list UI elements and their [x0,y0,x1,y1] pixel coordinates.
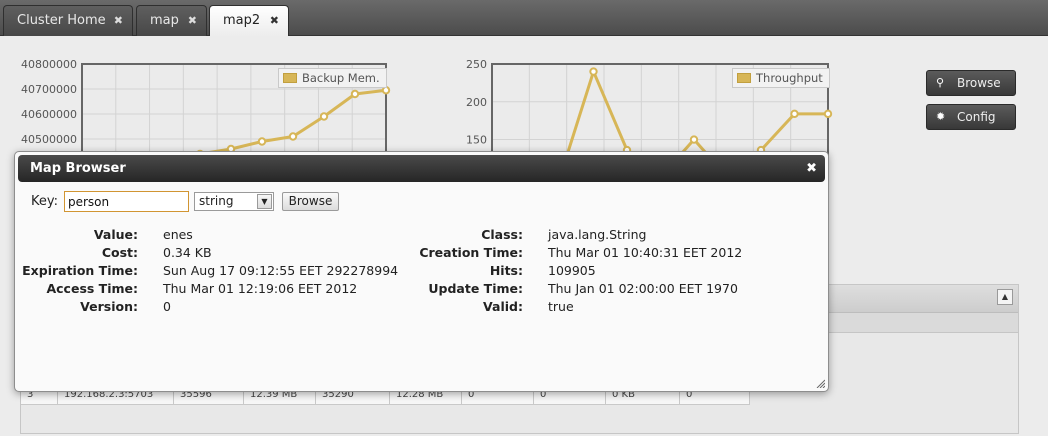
key-type-select[interactable]: string ▼ [194,192,274,211]
field-label: Class: [481,227,523,242]
data-point [350,89,360,99]
key-label: Key: [31,194,59,209]
tab-map[interactable]: map ✖ [136,5,207,36]
tab-map2[interactable]: map2 ✖ [209,5,289,37]
throughput-chart: 250 200 150 Throughput [440,36,840,218]
field-label: Value: [93,227,138,242]
data-point [689,135,699,144]
field-value: 109905 [548,263,596,278]
tab-cluster-home[interactable]: Cluster Home ✖ [3,5,133,36]
y-tick-label: 40800000 [21,58,77,71]
data-point [589,67,598,76]
tab-label: Cluster Home [17,13,106,28]
field-value: true [548,299,574,314]
config-button[interactable]: ✹ Config [926,104,1016,130]
field-label: Update Time: [428,281,523,296]
field-value: Thu Jan 01 02:00:00 EET 1970 [548,281,738,296]
data-point [790,109,799,119]
legend-swatch [737,73,751,83]
chart-legend: Backup Mem. [278,68,387,88]
dialog-title: Map Browser [30,161,126,176]
search-icon: ⚲ [936,76,945,89]
y-tick-label: 150 [466,134,487,147]
browse-button[interactable]: ⚲ Browse [926,70,1016,96]
data-point [823,109,833,119]
backup-memory-chart: 40800000 40700000 40600000 40500000 Backup … [0,36,400,204]
close-icon[interactable]: ✖ [806,155,817,182]
close-icon[interactable]: ✖ [188,6,197,36]
collapse-icon[interactable]: ▲ [997,289,1013,305]
chart-legend: Throughput [732,68,830,88]
field-value: enes [163,227,193,242]
y-tick-label: 40600000 [21,108,77,121]
field-label: Version: [80,299,138,314]
y-tick-label: 40500000 [21,133,77,146]
data-point [257,137,267,146]
resize-grip-icon[interactable] [815,378,825,388]
tab-label: map2 [223,13,261,28]
field-value: Sun Aug 17 09:12:55 EET 292278994 [163,263,399,278]
field-value: java.lang.String [548,227,647,242]
map-browser-dialog: Map Browser ✖ Key: string ▼ Browse Value… [14,151,829,392]
data-point [319,112,329,121]
browse-button-label: Browse [957,76,1001,90]
field-label: Cost: [101,245,138,260]
close-icon[interactable]: ✖ [270,6,279,36]
field-label: Valid: [483,299,523,314]
y-tick-label: 200 [466,96,487,109]
tab-bar: Cluster Home ✖ map ✖ map2 ✖ [0,0,1048,37]
tab-label: map [150,13,179,28]
gear-icon: ✹ [936,110,946,123]
dialog-title-bar[interactable]: Map Browser ✖ [18,155,825,182]
field-value: 0.34 KB [163,245,212,260]
y-tick-label: 40700000 [21,83,77,96]
field-label: Creation Time: [419,245,523,260]
config-button-label: Config [957,110,996,124]
legend-swatch [283,73,297,83]
field-label: Access Time: [46,281,138,296]
key-type-value: string [199,194,234,208]
field-value: Thu Mar 01 10:40:31 EET 2012 [548,245,743,260]
key-input[interactable] [64,191,189,212]
dialog-browse-button[interactable]: Browse [282,192,339,211]
chevron-down-icon[interactable]: ▼ [257,194,272,209]
field-value: Thu Mar 01 12:19:06 EET 2012 [163,281,358,296]
data-point [288,132,298,141]
field-label: Expiration Time: [22,263,138,278]
y-tick-label: 250 [466,58,487,71]
field-value: 0 [163,299,171,314]
legend-label: Backup Mem. [302,71,380,85]
data-point [381,86,391,95]
field-label: Hits: [489,263,523,278]
close-icon[interactable]: ✖ [114,6,123,36]
legend-label: Throughput [756,71,823,85]
